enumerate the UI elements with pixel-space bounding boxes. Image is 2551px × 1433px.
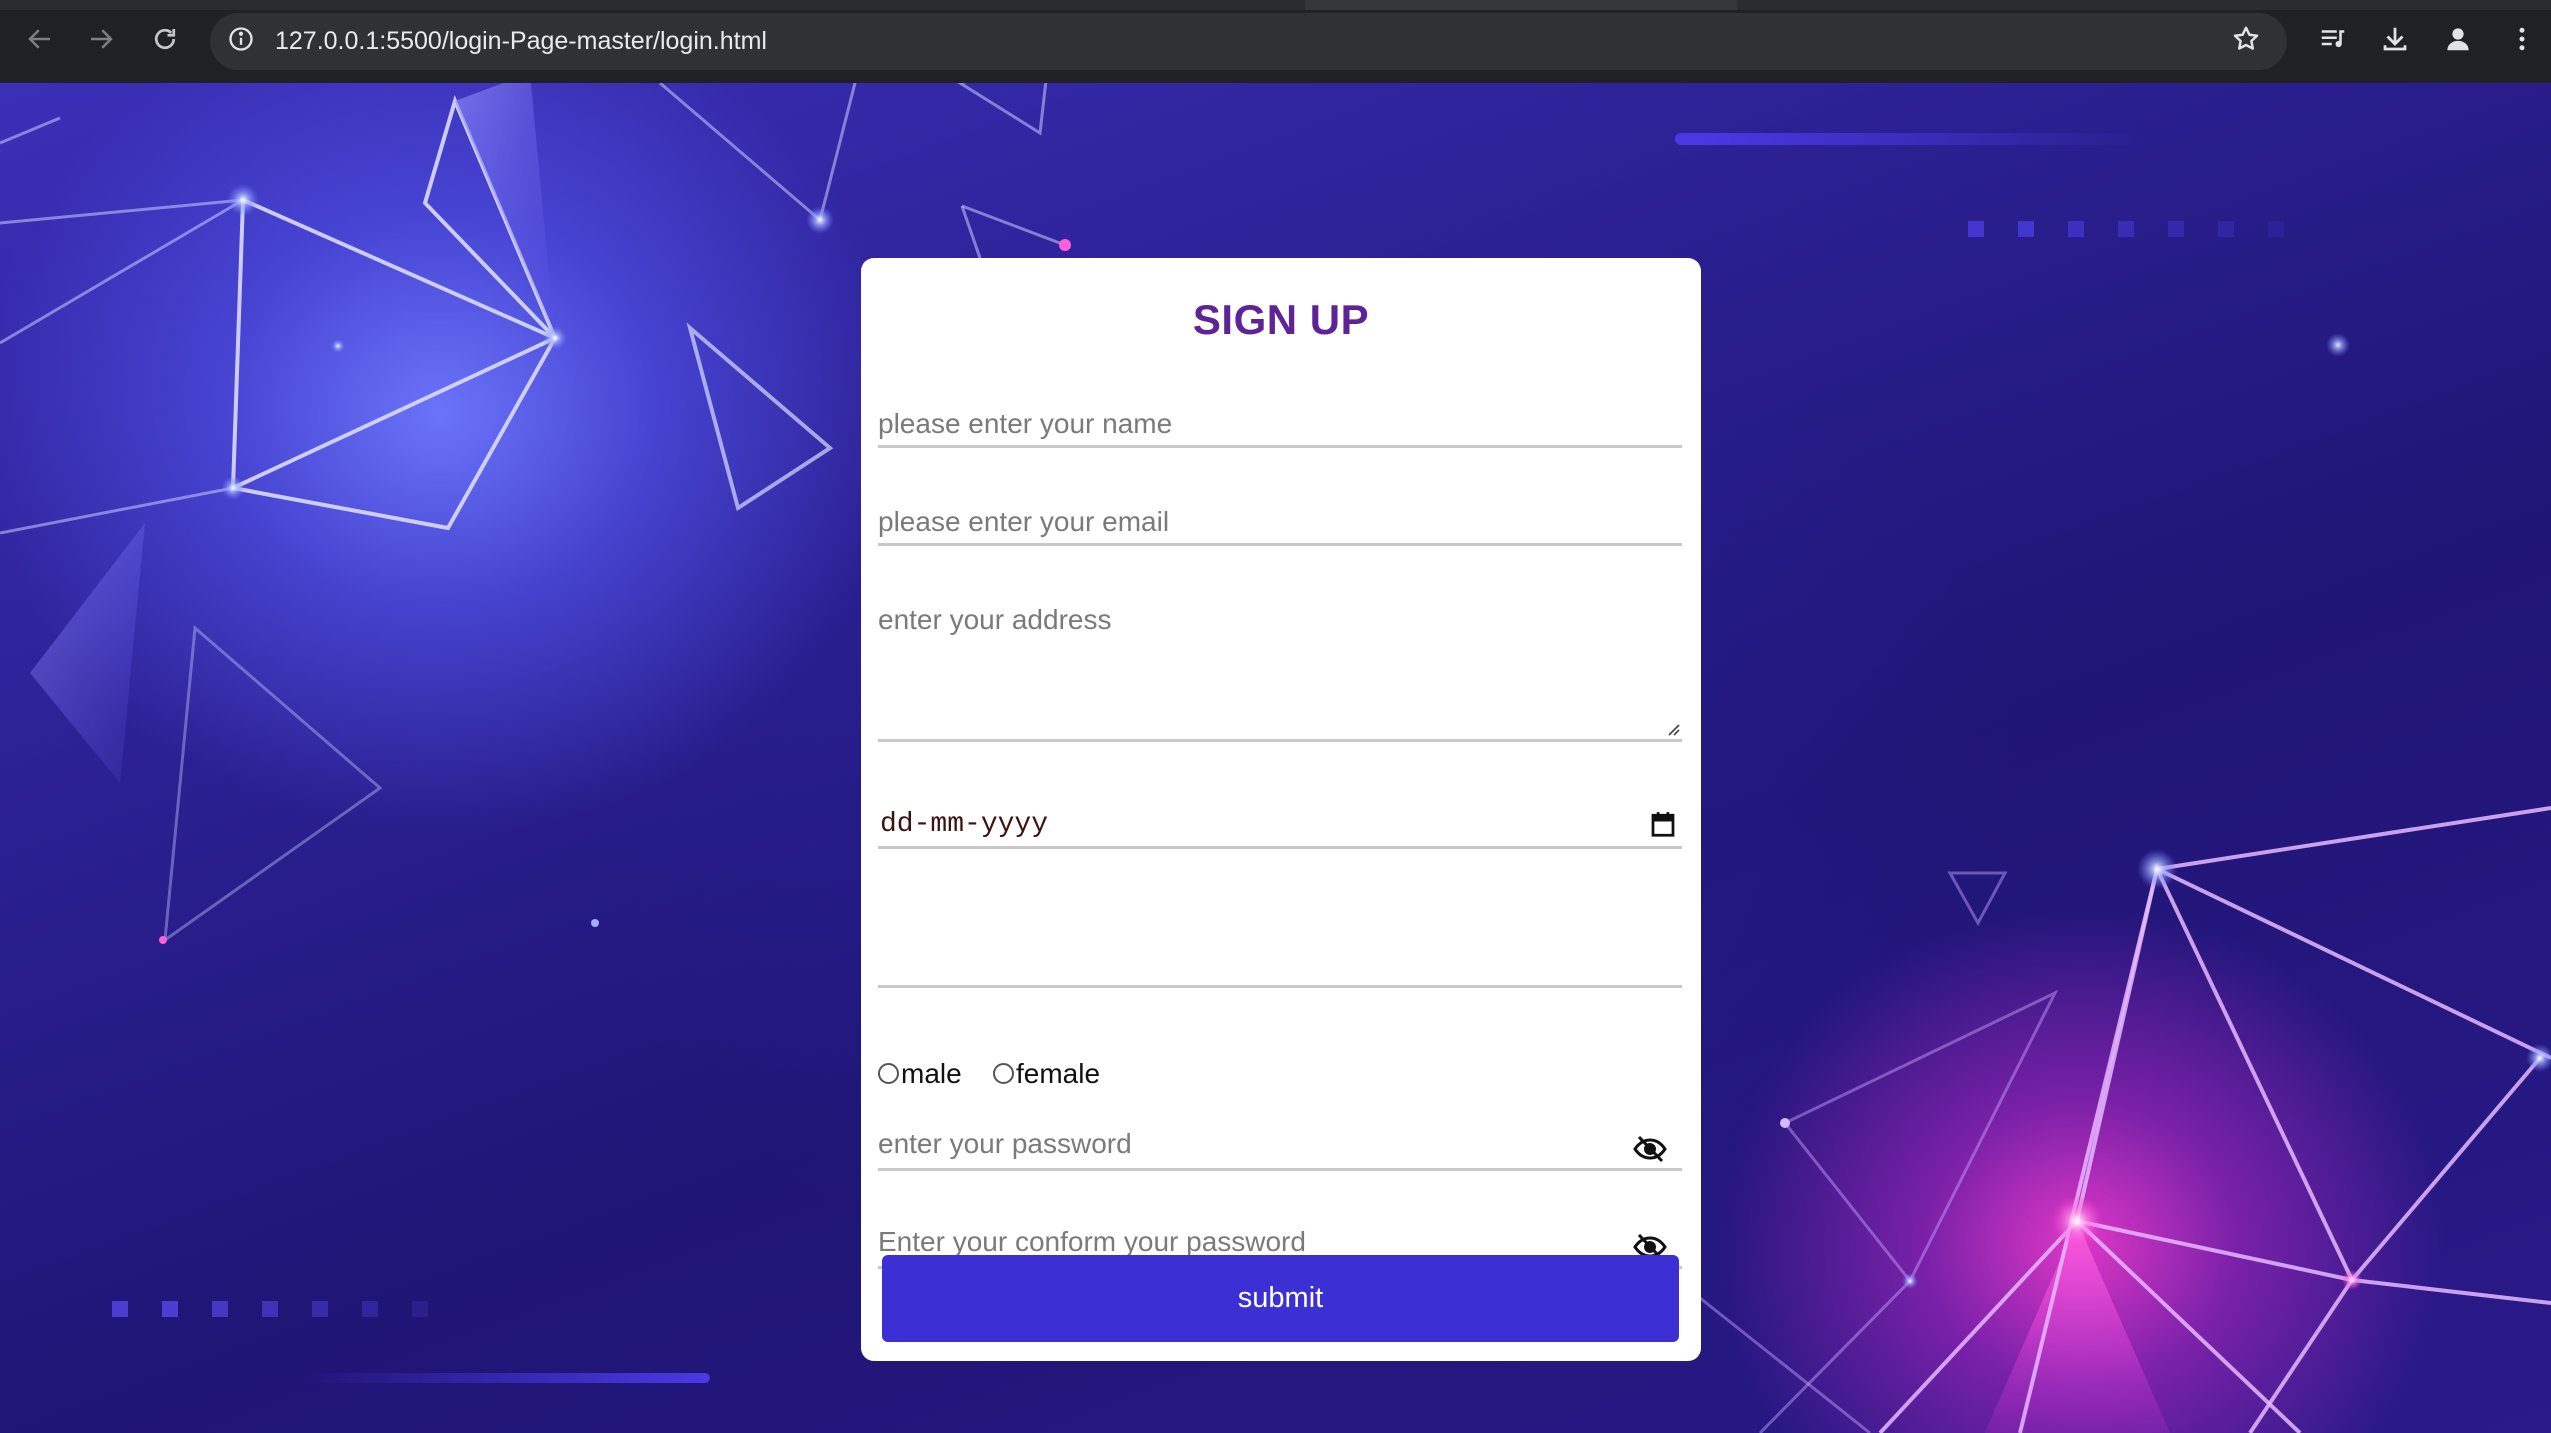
browser-menu-button[interactable] [2502,21,2542,61]
arrow-right-icon [86,24,116,59]
name-field[interactable]: please enter your name [878,406,1682,448]
birthdate-input[interactable]: dd-mm-yyyy [878,805,1682,849]
eye-slash-icon[interactable] [1632,1134,1668,1164]
tab-strip [0,0,2551,10]
browser-toolbar: 127.0.0.1:5500/login-Page-master/login.h… [0,0,2551,83]
gender-option-female[interactable]: female [993,1058,1100,1090]
confirm-password-placeholder: Enter your conform your password [878,1226,1306,1257]
submit-button[interactable]: submit [882,1255,1679,1342]
male-label: male [901,1058,962,1089]
date-placeholder: dd-mm-yyyy [880,809,1049,840]
page-background: SIGN UP please enter your name please en… [0,83,2551,1433]
male-radio-button[interactable] [878,1062,899,1084]
address-bar[interactable]: 127.0.0.1:5500/login-Page-master/login.h… [210,13,2287,70]
profile-button[interactable] [2438,21,2478,61]
bookmark-button[interactable] [2227,22,2265,60]
female-radio-button[interactable] [993,1062,1014,1084]
email-field[interactable]: please enter your email [878,504,1682,546]
star-outline-icon [2231,24,2261,59]
password-field[interactable]: enter your password [878,1126,1682,1171]
person-icon [2443,24,2473,59]
password-placeholder: enter your password [878,1128,1132,1159]
signup-title: SIGN UP [1192,296,1370,343]
active-tab-edge[interactable] [1305,0,1737,10]
url-text[interactable]: 127.0.0.1:5500/login-Page-master/login.h… [275,26,767,56]
empty-input-field[interactable] [878,938,1682,988]
reload-button[interactable] [145,21,185,61]
info-circle-icon [227,25,255,58]
download-icon [2380,24,2410,59]
signup-card: SIGN UP please enter your name please en… [861,258,1701,1361]
address-placeholder: enter your address [878,604,1112,635]
reload-icon [150,24,180,59]
calendar-icon[interactable] [1648,809,1678,839]
date-field-wrapper: dd-mm-yyyy [878,705,1682,849]
gender-option-male[interactable]: male [878,1058,962,1090]
forward-button[interactable] [81,21,121,61]
name-placeholder: please enter your name [878,408,1173,439]
back-button[interactable] [20,21,60,61]
site-info-button[interactable] [222,22,260,60]
female-label: female [1016,1058,1101,1089]
media-queue-icon [2318,24,2348,59]
downloads-button[interactable] [2375,21,2415,61]
kebab-menu-icon [2507,24,2537,59]
media-control-button[interactable] [2313,21,2353,61]
email-placeholder: please enter your email [878,506,1170,537]
arrow-left-icon [25,24,55,59]
